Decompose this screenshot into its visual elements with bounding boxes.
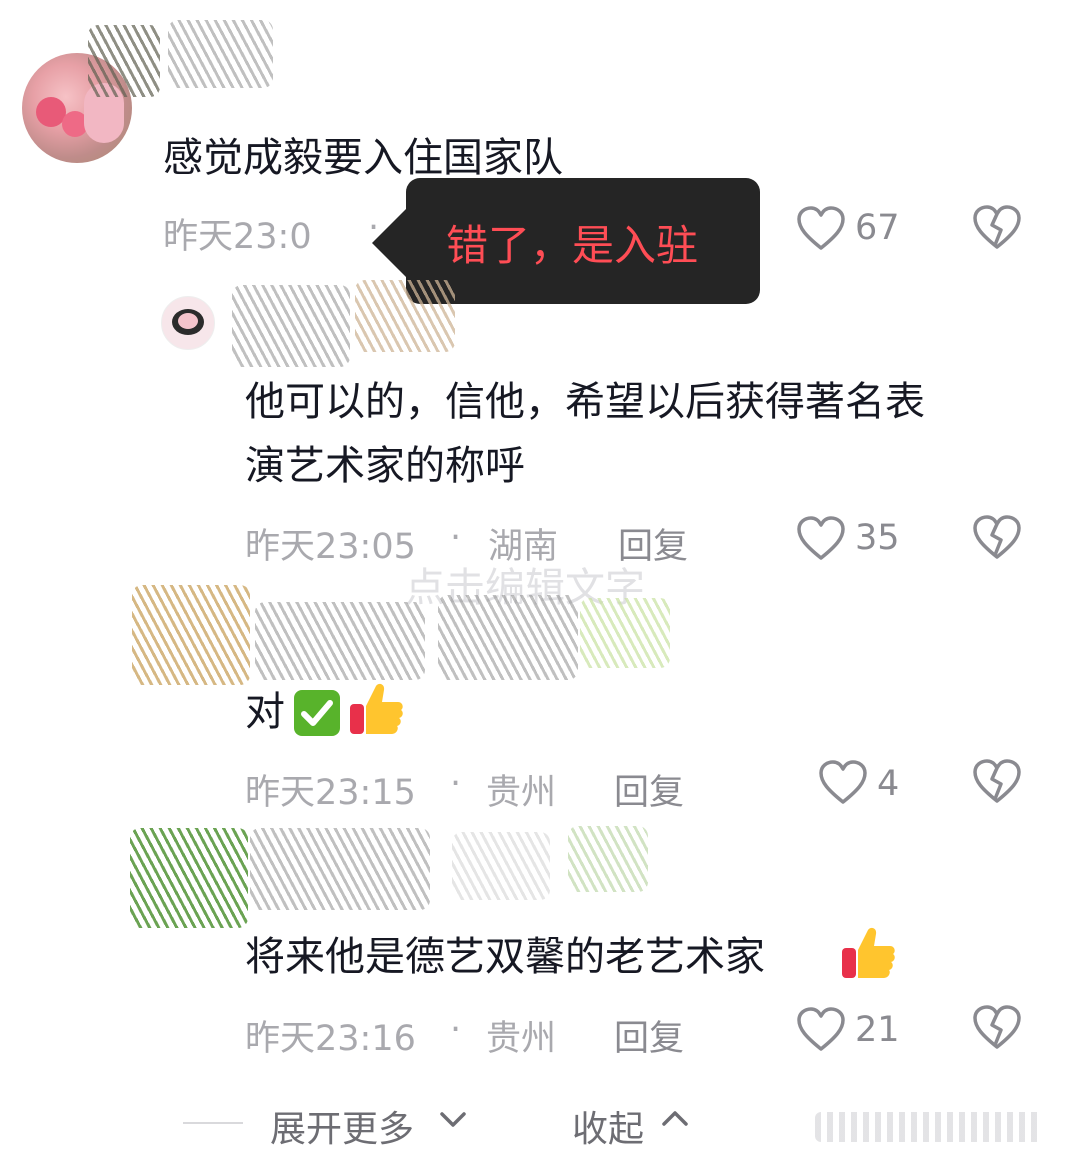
expand-more-button[interactable]: 展开更多 <box>270 1100 414 1152</box>
dislike-icon[interactable] <box>972 759 1022 805</box>
heart-icon[interactable] <box>796 516 846 562</box>
redacted-username <box>255 602 425 680</box>
redacted-avatar <box>132 585 250 685</box>
heart-icon[interactable] <box>818 760 868 806</box>
redacted-username <box>250 828 430 910</box>
like-count: 35 <box>855 518 900 558</box>
heart-icon[interactable] <box>796 206 846 252</box>
comment-time: 昨天23:0 <box>163 217 312 257</box>
thumbs-up-emoji <box>842 927 895 978</box>
like-count: 4 <box>877 764 900 804</box>
redacted-username <box>452 832 550 900</box>
comment-text-line-2: 演艺术家的称呼 <box>245 443 525 489</box>
comment-text-line-1: 他可以的，信他，希望以后获得著名表 <box>245 379 925 425</box>
heart-icon[interactable] <box>796 1007 846 1053</box>
watermark-logo <box>815 1112 1043 1142</box>
redacted-avatar <box>130 828 248 928</box>
chevron-up-icon[interactable] <box>660 1108 690 1128</box>
separator-dot: · <box>450 518 462 558</box>
check-mark-emoji <box>294 690 340 736</box>
thumbs-up-emoji <box>350 683 403 734</box>
like-count: 67 <box>855 208 900 248</box>
redacted-username <box>232 285 350 367</box>
collapse-button[interactable]: 收起 <box>572 1100 644 1152</box>
separator-dot: · <box>450 764 462 804</box>
comment-text: 将来他是德艺双馨的老艺术家 <box>245 934 765 980</box>
comment-time: 昨天23:05 <box>245 527 416 567</box>
dislike-icon[interactable] <box>972 205 1022 251</box>
comment-location: 贵州 <box>486 1019 557 1059</box>
comment-text: 对 <box>245 689 285 735</box>
redacted-username <box>88 25 160 97</box>
comment-time: 昨天23:15 <box>245 773 416 813</box>
avatar[interactable] <box>161 296 215 350</box>
tooltip-text: 错了，是入驻 <box>446 221 699 270</box>
reply-button[interactable]: 回复 <box>614 764 684 815</box>
divider-line <box>183 1122 243 1124</box>
comment-time: 昨天23:16 <box>245 1019 416 1059</box>
dislike-icon[interactable] <box>972 1005 1022 1051</box>
reply-button[interactable]: 回复 <box>614 1010 684 1061</box>
chevron-down-icon[interactable] <box>438 1110 468 1130</box>
tooltip-arrow <box>372 205 410 281</box>
dislike-icon[interactable] <box>972 515 1022 561</box>
redacted-username <box>438 595 578 680</box>
redacted-username <box>580 598 670 668</box>
redacted-username <box>568 826 648 892</box>
separator-dot: · <box>450 1010 462 1050</box>
redacted-username <box>355 280 455 352</box>
redacted-username <box>168 20 273 88</box>
comment-location: 贵州 <box>486 773 557 813</box>
like-count: 21 <box>855 1010 900 1050</box>
